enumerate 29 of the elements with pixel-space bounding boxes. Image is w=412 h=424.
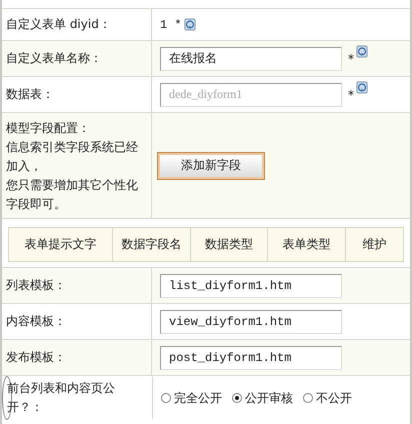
- text-field[interactable]: view_diyform1.htm: [160, 310, 342, 334]
- help-icon[interactable]: [356, 81, 368, 94]
- help-icon[interactable]: [184, 18, 196, 31]
- field-note: 信息索引类字段系统已经加入，: [6, 139, 139, 175]
- column-header: 数据类型: [190, 228, 268, 261]
- text-field[interactable]: list_diyform1.htm: [160, 274, 342, 298]
- field-label: 发布模板：: [6, 349, 66, 366]
- column-header: 数据字段名: [113, 228, 191, 261]
- column-header: 表单提示文字: [9, 228, 114, 261]
- field-label: 列表模板：: [6, 277, 66, 294]
- field-note: 您只需要增加其它个性化字段即可。: [6, 177, 139, 213]
- radio-option[interactable]: 完全公开: [161, 390, 222, 406]
- column-header: 表单类型: [268, 228, 346, 261]
- field-label: 模型字段配置：: [6, 120, 90, 137]
- radio-option[interactable]: 公开审核: [232, 390, 293, 406]
- field-label: 自定义表单 diyid：: [6, 16, 111, 33]
- add-field-button[interactable]: 添加新字段: [158, 152, 264, 178]
- column-header: 维护: [361, 236, 388, 253]
- field-label: 内容模板：: [6, 313, 66, 330]
- required-mark: *: [348, 52, 354, 66]
- field-value: 1 *: [160, 18, 182, 32]
- radio-option[interactable]: 不公开: [303, 390, 352, 406]
- required-mark: *: [348, 88, 354, 102]
- field-label: 自定义表单名称：: [6, 50, 102, 67]
- help-icon[interactable]: [356, 45, 368, 58]
- field-label: 前台列表和内容页公开？：: [7, 380, 116, 416]
- field-label: 数据表：: [6, 86, 54, 103]
- text-field[interactable]: 在线报名: [160, 46, 342, 70]
- text-field[interactable]: post_diyform1.htm: [160, 346, 342, 370]
